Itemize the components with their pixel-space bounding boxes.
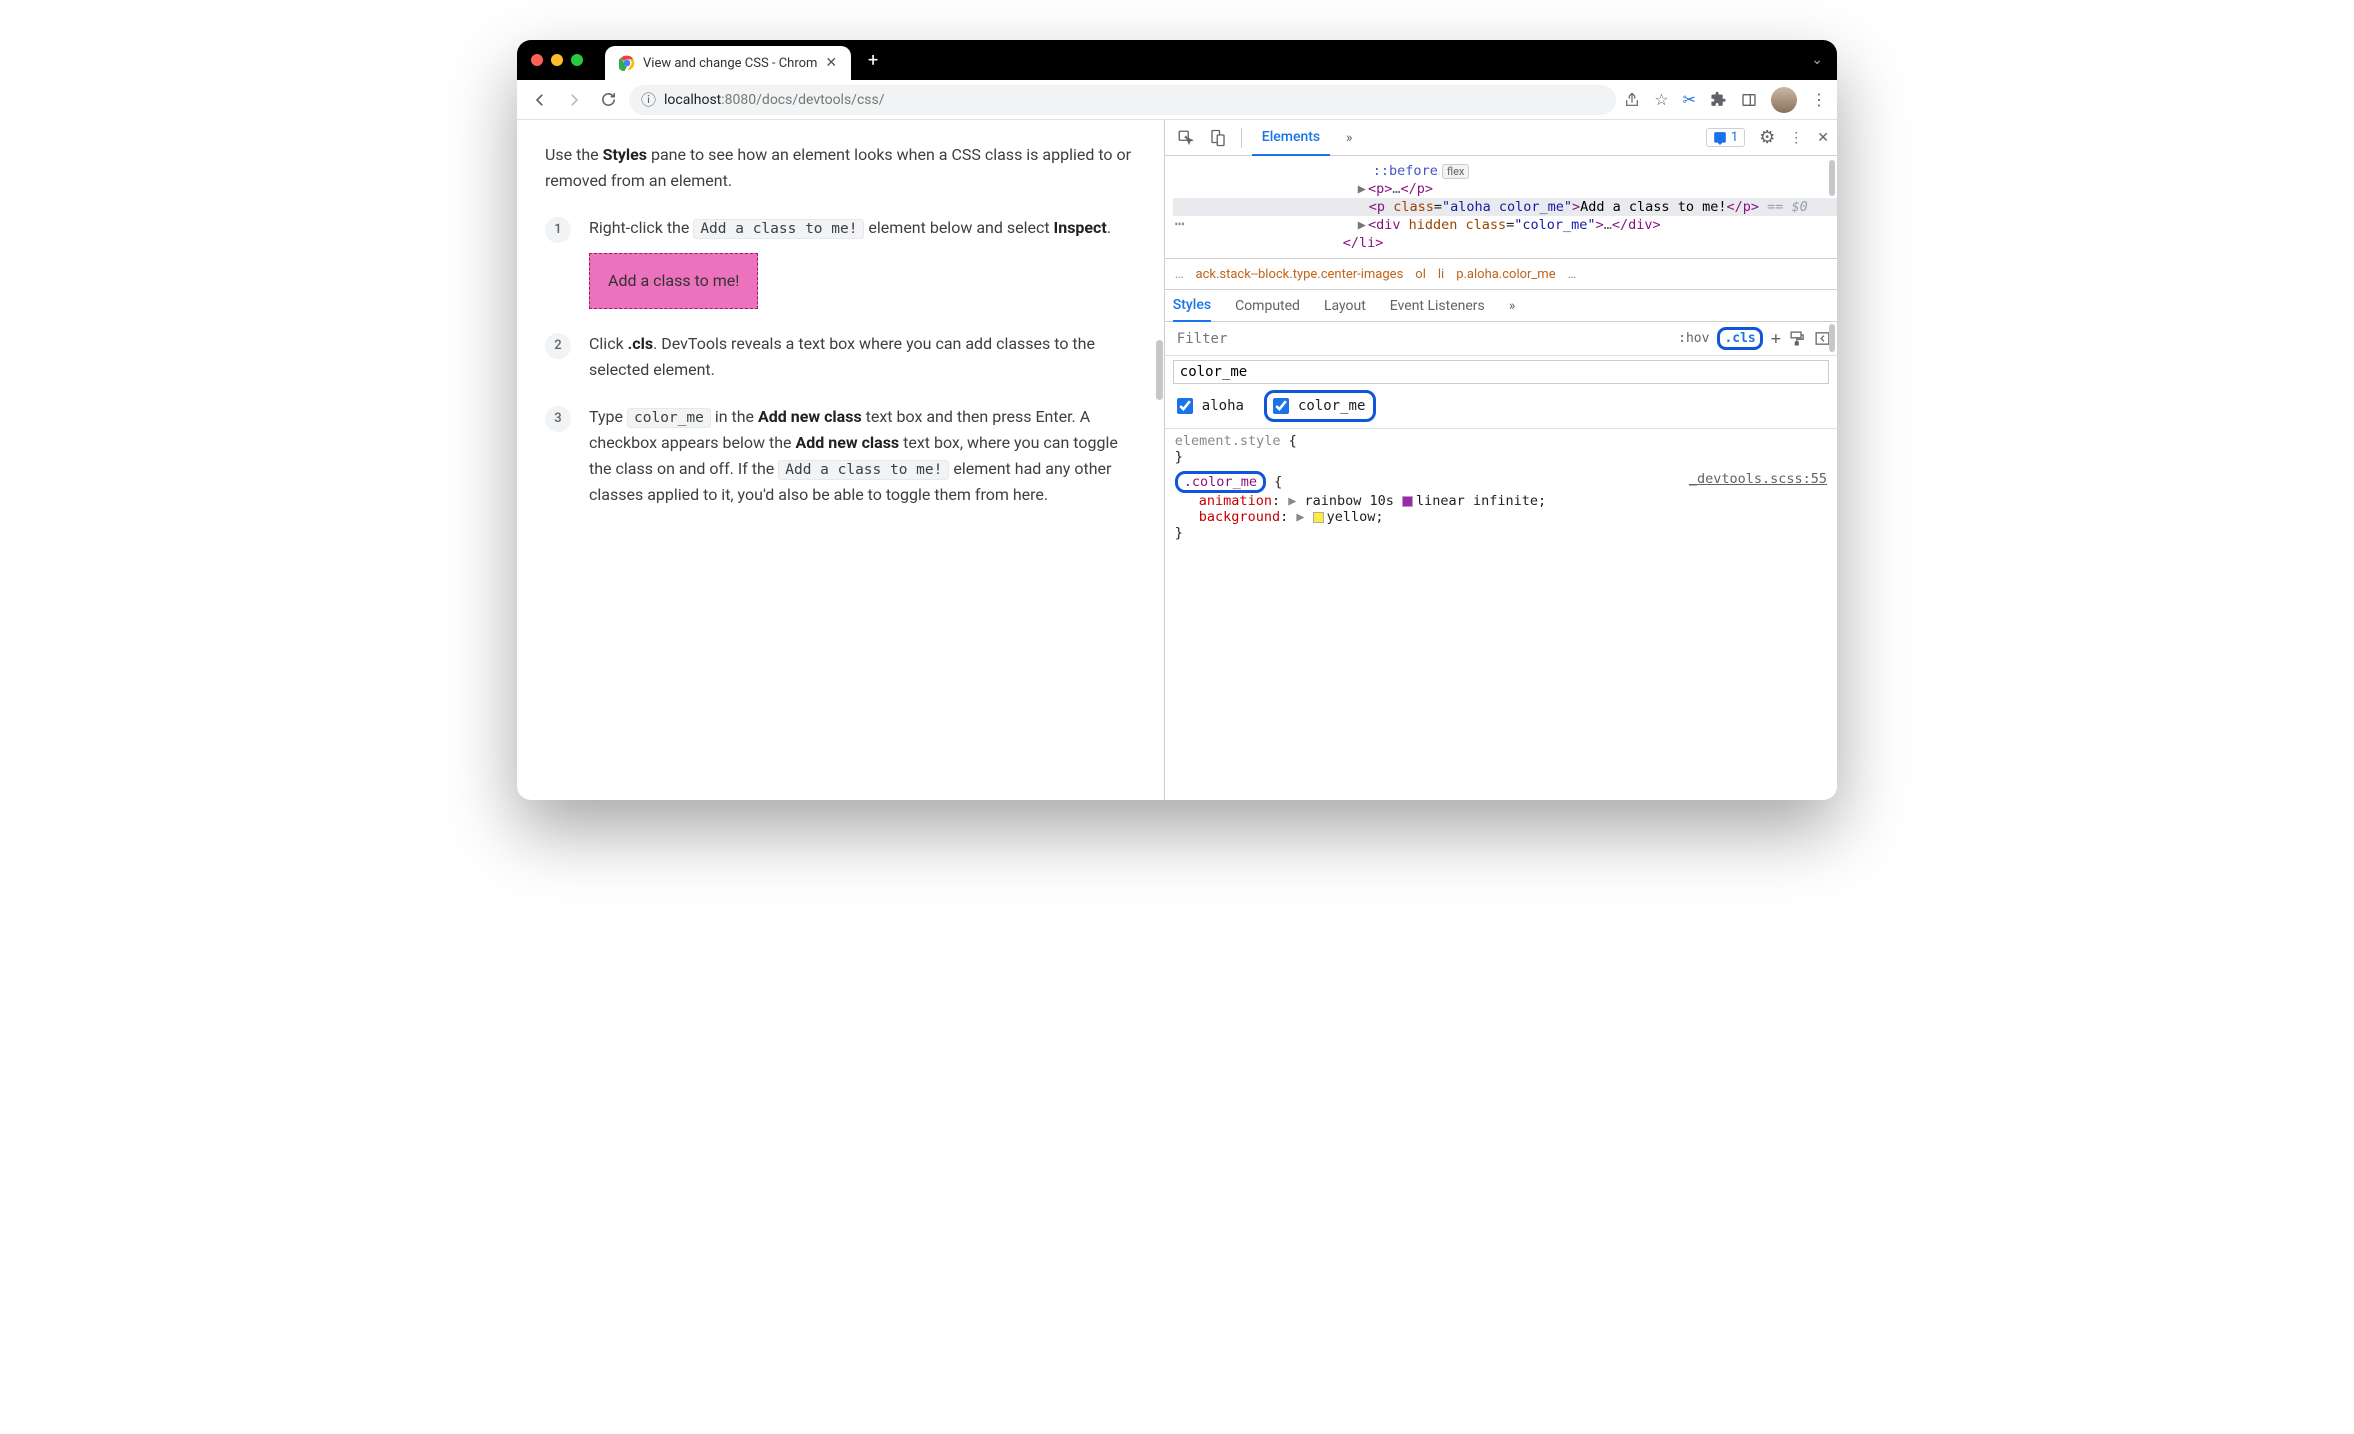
code-snippet: Add a class to me! (778, 460, 949, 480)
settings-gear-icon[interactable]: ⚙ (1759, 127, 1775, 148)
code-snippet: Add a class to me! (693, 219, 864, 239)
content-area: Use the Styles pane to see how an elemen… (517, 120, 1837, 800)
step-number: 1 (545, 217, 571, 243)
toolbar-actions: ☆ ✂ ⋮ (1624, 87, 1827, 113)
step-number: 3 (545, 406, 571, 432)
paint-icon[interactable] (1789, 330, 1806, 347)
crumb-more-left[interactable]: … (1175, 267, 1184, 282)
code-snippet: color_me (627, 408, 711, 428)
crumb-item-selected[interactable]: p.aloha.color_me (1456, 267, 1555, 282)
dom-tree[interactable]: ::beforeflex ▶<p>…</p> ⋯ <p class="aloha… (1165, 156, 1837, 258)
step-2: 2 Click .cls. DevTools reveals a text bo… (545, 331, 1142, 382)
page-content: Use the Styles pane to see how an elemen… (517, 120, 1164, 800)
close-window-button[interactable] (531, 54, 543, 66)
new-tab-button[interactable]: + (859, 46, 887, 74)
browser-toolbar: ⓘ localhost:8080/docs/devtools/css/ ☆ ✂ … (517, 80, 1837, 120)
sidepanel-icon[interactable] (1741, 92, 1757, 108)
class-toggle-colorme[interactable]: color_me (1264, 390, 1376, 422)
styles-filter-bar: :hov .cls + (1165, 322, 1837, 356)
collapsed-ellipsis-icon[interactable]: ⋯ (1175, 214, 1186, 233)
flex-badge[interactable]: flex (1442, 164, 1470, 179)
cls-button[interactable]: .cls (1717, 327, 1762, 350)
site-info-icon[interactable]: ⓘ (641, 89, 656, 110)
bookmark-star-icon[interactable]: ☆ (1654, 90, 1668, 109)
dom-breadcrumb[interactable]: … ack.stack--block.type.center-images ol… (1165, 258, 1837, 290)
crumb-more-right[interactable]: … (1568, 267, 1577, 282)
step-1: 1 Right-click the Add a class to me! ele… (545, 215, 1142, 309)
demo-element[interactable]: Add a class to me! (589, 253, 758, 309)
browser-tab[interactable]: View and change CSS - Chrom ✕ (605, 46, 851, 80)
minimize-window-button[interactable] (551, 54, 563, 66)
styles-scrollbar[interactable] (1829, 324, 1835, 352)
profile-avatar[interactable] (1771, 87, 1797, 113)
browser-menu-icon[interactable]: ⋮ (1811, 90, 1827, 109)
styles-pane-tabs: Styles Computed Layout Event Listeners » (1165, 290, 1837, 322)
window-controls (531, 54, 583, 66)
close-devtools-icon[interactable]: ✕ (1817, 130, 1829, 146)
color-swatch-icon[interactable] (1313, 512, 1324, 523)
chrome-favicon-icon (619, 55, 635, 71)
layout-tab[interactable]: Layout (1324, 298, 1366, 314)
crumb-item[interactable]: ol (1415, 267, 1426, 282)
url-text: localhost:8080/docs/devtools/css/ (664, 92, 885, 108)
aloha-checkbox[interactable] (1177, 398, 1193, 414)
issues-badge[interactable]: 1 (1706, 128, 1745, 147)
page-scrollbar[interactable] (1156, 340, 1163, 400)
styles-filter-input[interactable] (1175, 326, 1668, 352)
styles-tab[interactable]: Styles (1173, 290, 1211, 322)
intro-paragraph: Use the Styles pane to see how an elemen… (545, 142, 1142, 193)
close-tab-icon[interactable]: ✕ (825, 55, 837, 71)
reload-button[interactable] (595, 87, 621, 113)
step-number: 2 (545, 333, 571, 359)
dom-scrollbar[interactable] (1829, 160, 1835, 196)
event-listeners-tab[interactable]: Event Listeners (1390, 298, 1485, 314)
maximize-window-button[interactable] (571, 54, 583, 66)
style-rules[interactable]: element.style { } .color_me { _devtools.… (1165, 429, 1837, 551)
class-toggle-aloha[interactable]: aloha (1173, 395, 1244, 417)
easing-swatch-icon[interactable] (1402, 496, 1413, 507)
more-tabs-icon[interactable]: » (1509, 298, 1516, 314)
tabs-menu-icon[interactable]: ⌄ (1811, 52, 1823, 68)
add-class-input[interactable] (1173, 360, 1829, 384)
selected-dom-node[interactable]: <p class="aloha color_me">Add a class to… (1173, 198, 1837, 216)
class-editor: aloha color_me (1165, 356, 1837, 429)
inspect-element-icon[interactable] (1173, 125, 1199, 151)
scissors-icon[interactable]: ✂ (1683, 90, 1696, 109)
more-tabs-icon[interactable]: » (1336, 125, 1362, 151)
browser-window: View and change CSS - Chrom ✕ + ⌄ ⓘ loca… (517, 40, 1837, 800)
new-rule-icon[interactable]: + (1771, 329, 1781, 349)
selector-colorme[interactable]: .color_me (1175, 471, 1266, 493)
rule-source-link[interactable]: _devtools.scss:55 (1689, 471, 1827, 487)
step-3: 3 Type color_me in the Add new class tex… (545, 404, 1142, 508)
back-button[interactable] (527, 87, 553, 113)
elements-tab[interactable]: Elements (1252, 120, 1330, 156)
crumb-item[interactable]: ack.stack--block.type.center-images (1196, 267, 1404, 282)
tab-title: View and change CSS - Chrom (643, 56, 817, 71)
colorme-checkbox[interactable] (1273, 398, 1289, 414)
hov-button[interactable]: :hov (1678, 331, 1709, 346)
devtools-tabbar: Elements » 1 ⚙ ⋮ ✕ (1165, 120, 1837, 156)
window-titlebar: View and change CSS - Chrom ✕ + ⌄ (517, 40, 1837, 80)
computed-tab[interactable]: Computed (1235, 298, 1300, 314)
forward-button[interactable] (561, 87, 587, 113)
devtools-menu-icon[interactable]: ⋮ (1789, 130, 1803, 146)
device-toggle-icon[interactable] (1205, 125, 1231, 151)
crumb-item[interactable]: li (1438, 267, 1444, 282)
extensions-icon[interactable] (1710, 91, 1727, 108)
address-bar[interactable]: ⓘ localhost:8080/docs/devtools/css/ (629, 85, 1616, 115)
share-icon[interactable] (1624, 92, 1640, 108)
devtools-panel: Elements » 1 ⚙ ⋮ ✕ ::beforeflex ▶<p>…</p… (1164, 120, 1837, 800)
